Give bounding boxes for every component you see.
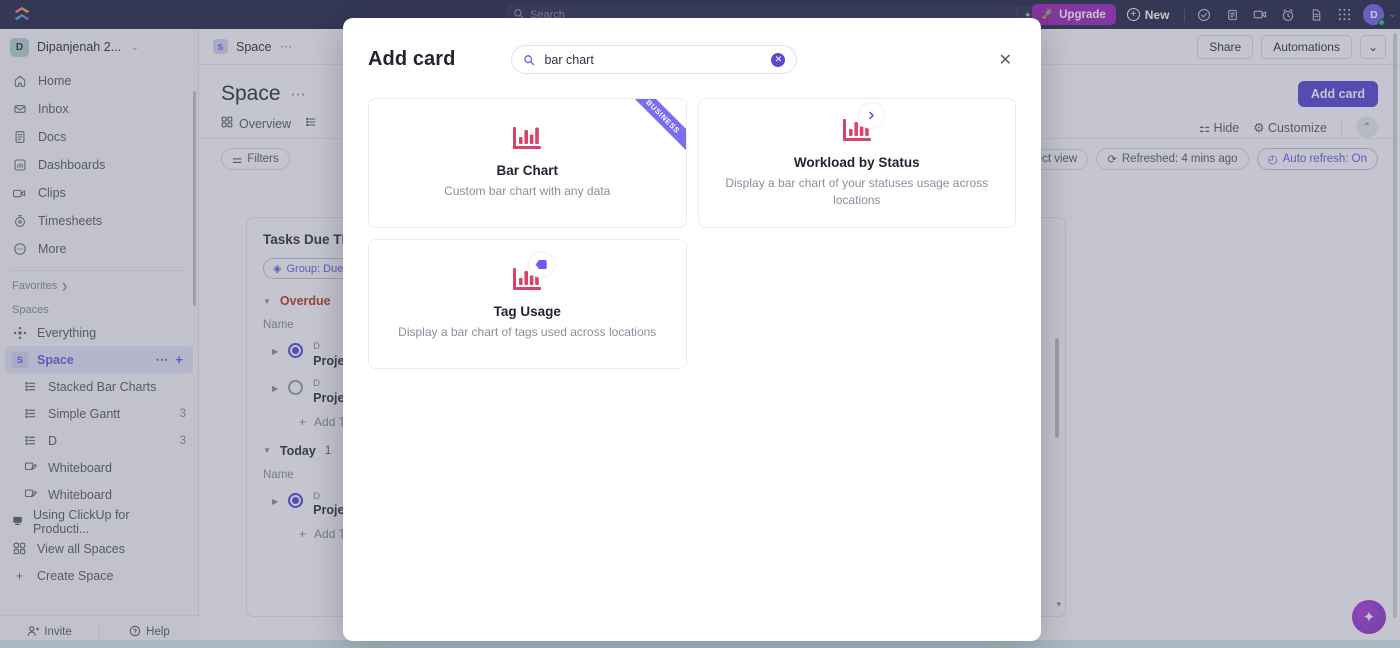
app-root: Search ✦ AI 🚀 Upgrade + New: [0, 0, 1400, 648]
card-results-grid: BUSINESS Bar Chart Custom bar chart with…: [343, 74, 1041, 369]
card-title: Bar Chart: [496, 163, 558, 179]
card-option-bar-chart[interactable]: BUSINESS Bar Chart Custom bar chart with…: [368, 98, 687, 228]
card-description: Display a bar chart of tags used across …: [398, 325, 657, 340]
card-description: Display a bar chart of your statuses usa…: [725, 175, 989, 207]
card-title: Workload by Status: [793, 154, 920, 170]
card-icon-wrapper: [513, 251, 556, 291]
add-card-modal: Add card ✕ ✕ BUSINESS: [343, 18, 1041, 641]
search-input[interactable]: [544, 52, 763, 67]
card-description: Custom bar chart with any data: [444, 184, 611, 199]
clear-search-icon[interactable]: ✕: [771, 52, 786, 67]
tag-icon: [528, 251, 556, 279]
card-title: Tag Usage: [493, 304, 561, 320]
modal-header: Add card ✕ ✕: [343, 18, 1041, 74]
card-option-workload-by-status[interactable]: Workload by Status Display a bar chart o…: [697, 98, 1016, 228]
chevron-right-icon: [857, 101, 885, 129]
card-icon-wrapper: [842, 101, 885, 142]
card-search-field[interactable]: ✕: [511, 45, 798, 74]
close-icon[interactable]: ✕: [995, 48, 1016, 72]
bar-chart-icon: [513, 127, 542, 150]
search-icon: [523, 54, 535, 66]
card-icon-wrapper: [513, 126, 542, 150]
modal-title: Add card: [368, 48, 456, 70]
card-option-tag-usage[interactable]: Tag Usage Display a bar chart of tags us…: [368, 239, 687, 369]
business-ribbon-badge: BUSINESS: [619, 99, 686, 160]
